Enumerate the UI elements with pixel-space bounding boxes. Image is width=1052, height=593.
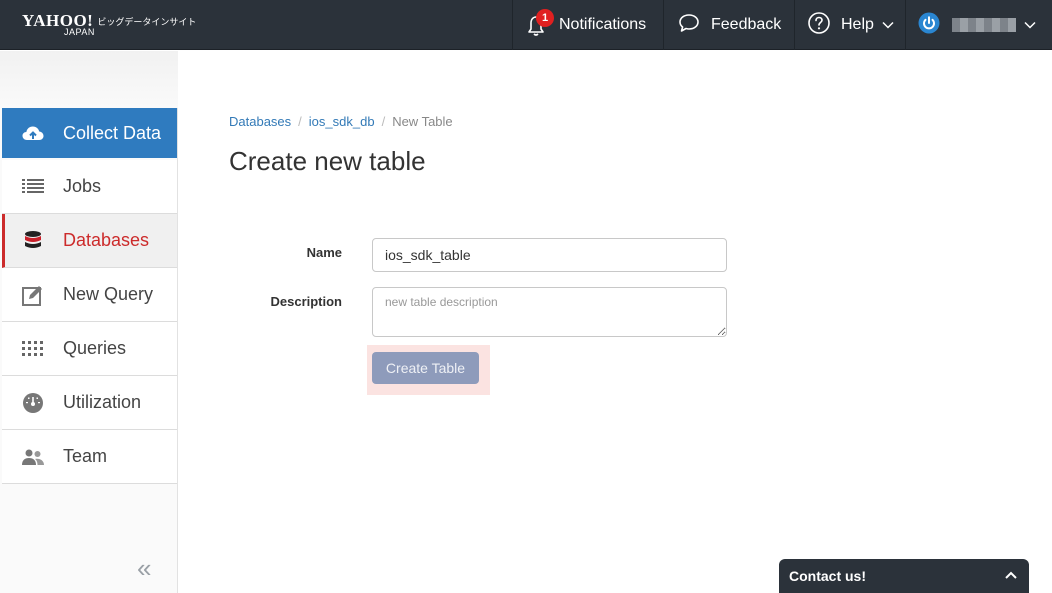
sidebar-item-label: Queries bbox=[63, 338, 127, 358]
notification-badge: 1 bbox=[536, 9, 554, 27]
sidebar-item-new-query[interactable]: New Query bbox=[2, 268, 177, 322]
cloud-upload-icon bbox=[21, 121, 45, 145]
help-label: Help bbox=[841, 16, 874, 33]
chevron-up-icon bbox=[1005, 568, 1017, 585]
sidebar-item-team[interactable]: Team bbox=[2, 430, 177, 484]
sidebar-item-databases[interactable]: Databases bbox=[2, 214, 177, 268]
power-icon bbox=[918, 12, 940, 39]
breadcrumb-separator: / bbox=[298, 114, 302, 129]
contact-us-label: Contact us! bbox=[789, 568, 866, 584]
breadcrumb-databases-link[interactable]: Databases bbox=[229, 114, 291, 129]
breadcrumb-db-link[interactable]: ios_sdk_db bbox=[309, 114, 375, 129]
edit-icon bbox=[21, 283, 45, 307]
sidebar-item-label: Team bbox=[63, 446, 108, 466]
name-label: Name bbox=[306, 245, 342, 260]
yahoo-logo[interactable]: YAHOO! JAPAN ビッグデータインサイト bbox=[22, 12, 197, 37]
description-label: Description bbox=[270, 294, 342, 309]
help-menu[interactable]: Help bbox=[794, 0, 905, 50]
users-icon bbox=[21, 445, 45, 469]
chevron-down-icon bbox=[1024, 16, 1036, 34]
create-table-button[interactable]: Create Table bbox=[372, 352, 479, 384]
database-icon bbox=[21, 229, 45, 253]
sidebar-item-label: Databases bbox=[63, 230, 150, 250]
sidebar-item-label: Collect Data bbox=[63, 122, 162, 143]
contact-us-widget[interactable]: Contact us! bbox=[779, 559, 1029, 593]
sidebar-item-queries[interactable]: Queries bbox=[2, 322, 177, 376]
chevron-down-icon bbox=[882, 16, 894, 34]
user-menu[interactable] bbox=[905, 0, 1052, 50]
chat-bubble-icon bbox=[677, 12, 701, 39]
list-icon bbox=[21, 175, 45, 199]
sidebar-item-label: Utilization bbox=[63, 392, 142, 412]
notifications-button[interactable]: 1 Notifications bbox=[512, 0, 663, 50]
create-table-button-highlight: Create Table bbox=[367, 345, 490, 395]
logo-tagline: ビッグデータインサイト bbox=[97, 18, 197, 28]
sidebar-item-label: Jobs bbox=[63, 176, 102, 196]
top-navbar: YAHOO! JAPAN ビッグデータインサイト 1 Notifications… bbox=[0, 0, 1052, 50]
page-title: Create new table bbox=[229, 146, 426, 176]
breadcrumb-separator: / bbox=[381, 114, 386, 129]
table-name-input[interactable] bbox=[372, 238, 727, 272]
table-description-input[interactable] bbox=[372, 287, 727, 337]
gauge-icon bbox=[21, 391, 45, 415]
sidebar: Collect Data Jobs Databases New Query Qu… bbox=[0, 51, 178, 593]
bell-icon: 1 bbox=[523, 9, 554, 38]
help-circle-icon bbox=[807, 11, 831, 40]
sidebar-item-jobs[interactable]: Jobs bbox=[2, 160, 177, 214]
notifications-label: Notifications bbox=[559, 16, 647, 33]
feedback-button[interactable]: Feedback bbox=[663, 0, 794, 50]
grid-icon bbox=[21, 337, 45, 361]
collapse-sidebar-button[interactable]: « bbox=[137, 553, 151, 584]
sidebar-header-shade bbox=[0, 51, 178, 108]
user-name-redacted bbox=[952, 18, 1016, 32]
breadcrumb-current: New Table bbox=[392, 114, 453, 129]
sidebar-item-collect-data[interactable]: Collect Data bbox=[2, 108, 177, 158]
logo-sub: JAPAN bbox=[64, 27, 95, 37]
feedback-label: Feedback bbox=[711, 16, 782, 33]
sidebar-item-label: New Query bbox=[63, 284, 154, 304]
sidebar-item-utilization[interactable]: Utilization bbox=[2, 376, 177, 430]
breadcrumb: Databases / ios_sdk_db / New Table bbox=[229, 114, 453, 129]
